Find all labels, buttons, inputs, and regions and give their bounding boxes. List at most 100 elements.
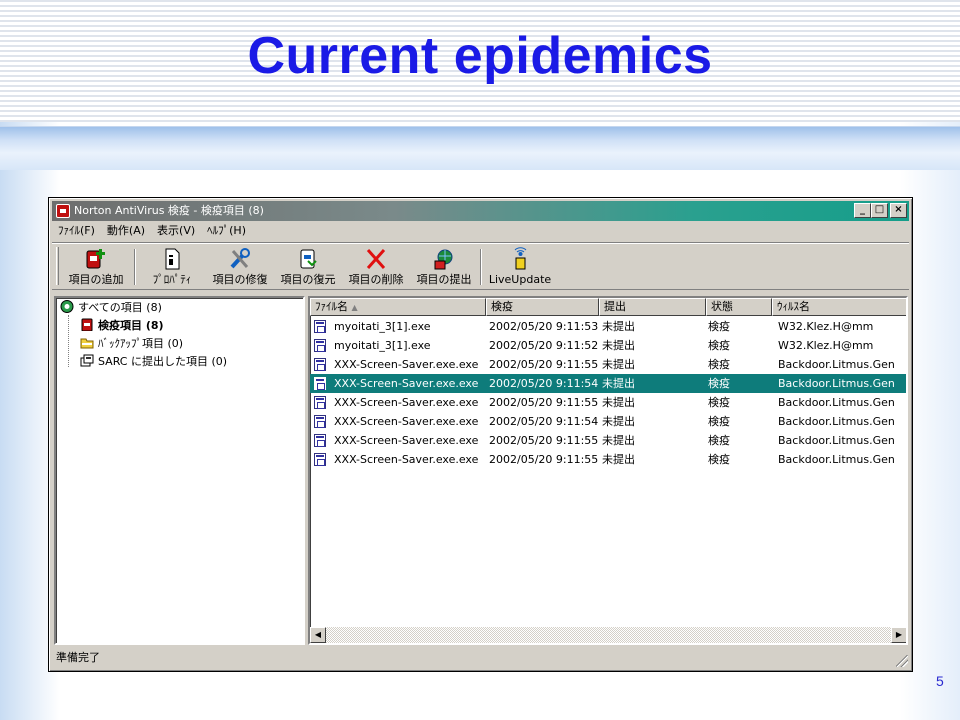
toolbar-separator xyxy=(480,249,482,285)
executable-file-icon xyxy=(314,453,326,466)
repair-wrench-icon xyxy=(227,247,253,271)
cell-status: 検疫 xyxy=(708,339,730,352)
executable-file-icon xyxy=(314,434,326,447)
column-header-quarantined[interactable]: 検疫 xyxy=(486,298,599,316)
submitted-icon xyxy=(80,354,94,367)
cell-submission-state: 未提出 xyxy=(602,358,635,371)
delete-item-button[interactable]: 項目の削除 xyxy=(344,245,408,289)
cell-quarantine-date: 2002/05/20 9:11:55 xyxy=(489,453,599,466)
properties-label: ﾌﾟﾛﾊﾟﾃｨ xyxy=(152,273,192,286)
toolbar: 項目の追加 ﾌﾟﾛﾊﾟﾃｨ 項目の修復 項目の復元 項目の削除 項目の提出 Li… xyxy=(52,242,909,290)
table-row[interactable]: XXX-Screen-Saver.exe.exe 2002/05/20 9:11:… xyxy=(310,450,906,469)
cell-status: 検疫 xyxy=(708,377,730,390)
cell-status: 検疫 xyxy=(708,320,730,333)
table-row[interactable]: myoitati_3[1].exe 2002/05/20 9:11:52 未提出 検疫… xyxy=(310,336,906,355)
scroll-right-button[interactable]: ▶ xyxy=(891,627,906,643)
norton-antivirus-window: Norton AntiVirus 検疫 - 検疫項目 (8) _ □ × ﾌｧｲ… xyxy=(48,197,913,672)
cell-filename: XXX-Screen-Saver.exe.exe xyxy=(334,377,479,390)
cell-filename: myoitati_3[1].exe xyxy=(334,339,431,352)
maximize-button[interactable]: □ xyxy=(871,203,888,218)
window-titlebar[interactable]: Norton AntiVirus 検疫 - 検疫項目 (8) _ □ × xyxy=(52,201,909,221)
tree-item-label: ﾊﾞｯｸｱｯﾌﾟ項目 (0) xyxy=(98,337,184,350)
liveupdate-label: LiveUpdate xyxy=(488,273,552,286)
category-tree: すべての項目 (8) 検疫項目 (8) ﾊﾞｯｸｱｯﾌﾟ項目 (0) SARC … xyxy=(54,296,305,645)
cell-filename: XXX-Screen-Saver.exe.exe xyxy=(334,415,479,428)
toolbar-separator xyxy=(134,249,136,285)
cell-submission-state: 未提出 xyxy=(602,434,635,447)
scroll-left-button[interactable]: ◀ xyxy=(310,627,326,643)
tree-item-label: すべての項目 (8) xyxy=(78,301,162,314)
slide-page-number: 5 xyxy=(936,673,944,689)
add-item-label: 項目の追加 xyxy=(68,273,124,286)
column-header-submitted[interactable]: 提出 xyxy=(599,298,706,316)
cell-filename: XXX-Screen-Saver.exe.exe xyxy=(334,396,479,409)
cell-quarantine-date: 2002/05/20 9:11:55 xyxy=(489,358,599,371)
resize-grip[interactable] xyxy=(896,655,908,667)
executable-file-icon xyxy=(314,339,326,352)
cell-quarantine-date: 2002/05/20 9:11:54 xyxy=(489,415,599,428)
list-rows: myoitati_3[1].exe 2002/05/20 9:11:53 未提出 検疫… xyxy=(310,317,906,469)
tree-item-quarantine[interactable]: 検疫項目 (8) xyxy=(80,318,164,334)
slide-title: Current epidemics xyxy=(247,27,713,85)
cell-status: 検疫 xyxy=(708,434,730,447)
horizontal-scrollbar[interactable]: ◀ ▶ xyxy=(310,627,906,643)
submit-item-button[interactable]: 項目の提出 xyxy=(412,245,476,289)
cell-virus-name: W32.Klez.H@mm xyxy=(778,320,874,333)
properties-icon xyxy=(159,247,185,271)
cell-filename: XXX-Screen-Saver.exe.exe xyxy=(334,434,479,447)
slide-header-bar xyxy=(0,126,960,170)
tree-item-backup[interactable]: ﾊﾞｯｸｱｯﾌﾟ項目 (0) xyxy=(80,336,183,352)
restore-item-button[interactable]: 項目の復元 xyxy=(276,245,340,289)
cell-status: 検疫 xyxy=(708,453,730,466)
cell-virus-name: Backdoor.Litmus.Gen xyxy=(778,358,895,371)
minimize-button[interactable]: _ xyxy=(854,203,871,218)
cell-virus-name: Backdoor.Litmus.Gen xyxy=(778,453,895,466)
toolbar-grip[interactable] xyxy=(56,247,59,285)
cell-filename: XXX-Screen-Saver.exe.exe xyxy=(334,358,479,371)
cell-quarantine-date: 2002/05/20 9:11:52 xyxy=(489,339,599,352)
column-header-filename[interactable]: ﾌｧｲﾙ名 ▲ xyxy=(310,298,486,316)
cell-virus-name: Backdoor.Litmus.Gen xyxy=(778,415,895,428)
tree-item-label: 検疫項目 (8) xyxy=(98,319,164,332)
properties-button[interactable]: ﾌﾟﾛﾊﾟﾃｨ xyxy=(144,245,200,289)
table-row[interactable]: XXX-Screen-Saver.exe.exe 2002/05/20 9:11:… xyxy=(310,374,906,393)
tree-item-all[interactable]: すべての項目 (8) xyxy=(60,300,162,316)
table-row[interactable]: XXX-Screen-Saver.exe.exe 2002/05/20 9:11:… xyxy=(310,431,906,450)
column-header-virus[interactable]: ｳｨﾙｽ名 xyxy=(772,298,906,316)
column-header-status[interactable]: 状態 xyxy=(706,298,772,316)
repair-item-button[interactable]: 項目の修復 xyxy=(208,245,272,289)
quarantine-list: ﾌｧｲﾙ名 ▲ 検疫 提出 状態 ｳｨﾙｽ名 myoitati_3[1].exe… xyxy=(308,296,908,645)
cell-submission-state: 未提出 xyxy=(602,339,635,352)
submit-item-label: 項目の提出 xyxy=(416,273,472,286)
menu-file[interactable]: ﾌｧｲﾙ(F) xyxy=(52,222,101,240)
status-text: 準備完了 xyxy=(56,651,100,664)
cell-quarantine-date: 2002/05/20 9:11:53 xyxy=(489,320,599,333)
cell-virus-name: W32.Klez.H@mm xyxy=(778,339,874,352)
norton-app-icon xyxy=(56,204,70,218)
add-item-icon xyxy=(83,247,109,271)
table-row[interactable]: XXX-Screen-Saver.exe.exe 2002/05/20 9:11:… xyxy=(310,393,906,412)
add-item-button[interactable]: 項目の追加 xyxy=(64,245,128,289)
cell-submission-state: 未提出 xyxy=(602,453,635,466)
cell-submission-state: 未提出 xyxy=(602,415,635,428)
table-row[interactable]: XXX-Screen-Saver.exe.exe 2002/05/20 9:11:… xyxy=(310,412,906,431)
quarantine-icon xyxy=(80,318,94,332)
executable-file-icon xyxy=(314,415,326,428)
close-button[interactable]: × xyxy=(890,203,907,218)
cell-filename: XXX-Screen-Saver.exe.exe xyxy=(334,453,479,466)
backup-folder-icon xyxy=(80,336,94,349)
table-row[interactable]: myoitati_3[1].exe 2002/05/20 9:11:53 未提出 検疫… xyxy=(310,317,906,336)
sort-ascending-icon: ▲ xyxy=(351,303,358,312)
menu-view[interactable]: 表示(V) xyxy=(151,222,201,240)
tree-item-submitted[interactable]: SARC に提出した項目 (0) xyxy=(80,354,227,370)
menu-help[interactable]: ﾍﾙﾌﾟ(H) xyxy=(201,222,252,240)
tree-lines xyxy=(68,315,76,367)
table-row[interactable]: XXX-Screen-Saver.exe.exe 2002/05/20 9:11:… xyxy=(310,355,906,374)
status-bar: 準備完了 xyxy=(52,648,909,668)
cell-submission-state: 未提出 xyxy=(602,377,635,390)
restore-item-icon xyxy=(295,247,321,271)
all-items-icon xyxy=(60,300,74,313)
liveupdate-button[interactable]: LiveUpdate xyxy=(488,245,552,289)
menu-action[interactable]: 動作(A) xyxy=(101,222,151,240)
tree-item-label: SARC に提出した項目 (0) xyxy=(98,355,228,368)
